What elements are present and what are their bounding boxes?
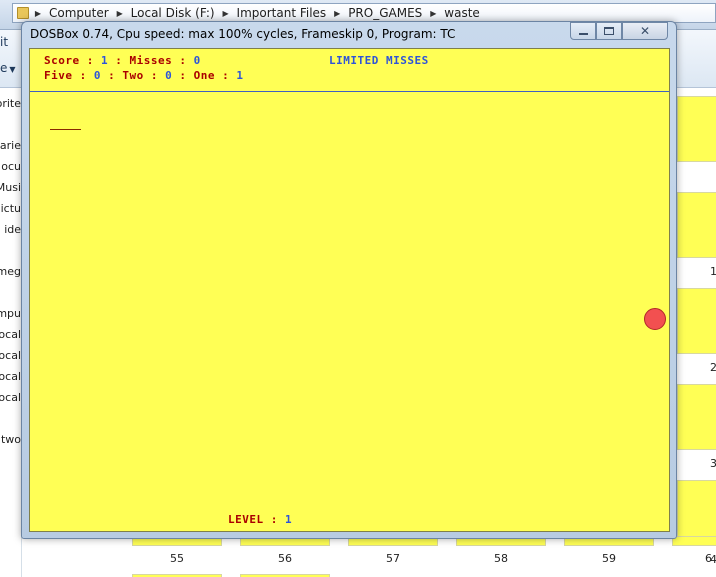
- hud-counts-line: Five : 0 : Two : 0 : One : 1: [44, 69, 243, 82]
- chevron-right-icon: ▶: [430, 8, 437, 18]
- organize-button[interactable]: e ▼: [0, 61, 16, 75]
- file-label: 59: [602, 552, 616, 565]
- breadcrumb-important-files[interactable]: ▶ Important Files: [219, 4, 331, 22]
- nav-item-local-disk[interactable]: ocal: [0, 391, 21, 404]
- breadcrumb-pro-games[interactable]: ▶ PRO_GAMES: [330, 4, 426, 22]
- close-icon: ✕: [639, 24, 651, 38]
- nav-item-pictures[interactable]: ictu: [1, 202, 21, 215]
- ball: [644, 308, 666, 330]
- file-thumbnail[interactable]: [677, 96, 716, 162]
- nav-item-libraries[interactable]: rarie: [0, 139, 21, 152]
- misses-value: 0: [193, 54, 201, 67]
- nav-item-videos[interactable]: ide: [4, 223, 21, 236]
- nav-item-favorites[interactable]: vorite: [0, 97, 21, 110]
- nav-item-music[interactable]: Musi: [0, 181, 21, 194]
- file-thumbnail[interactable]: [677, 192, 716, 258]
- file-label: 55: [170, 552, 184, 565]
- chevron-right-icon: ▶: [34, 8, 42, 18]
- file-label: 58: [494, 552, 508, 565]
- close-button[interactable]: ✕: [622, 22, 668, 40]
- navigation-pane: vorite rarie ocu Musi ictu ide meg mpu o…: [0, 88, 22, 577]
- nav-item-local-disk[interactable]: ocal: [0, 349, 21, 362]
- breadcrumb-computer[interactable]: ▶ Computer: [31, 4, 113, 22]
- level-value: 1: [284, 513, 293, 526]
- dosbox-window[interactable]: DOSBox 0.74, Cpu speed: max 100% cycles,…: [21, 21, 677, 539]
- minimize-button[interactable]: [570, 22, 596, 40]
- breadcrumb-waste[interactable]: ▶ waste: [426, 4, 484, 22]
- one-value: 1: [236, 69, 244, 82]
- nav-item-local-disk[interactable]: ocal: [0, 328, 21, 341]
- nav-item-documents[interactable]: ocu: [1, 160, 21, 173]
- chevron-down-icon: ▼: [9, 65, 16, 74]
- menu-edit[interactable]: it: [0, 35, 8, 49]
- level-indicator: LEVEL : 1: [228, 513, 292, 526]
- nav-item-homegroup[interactable]: meg: [0, 265, 21, 278]
- chevron-right-icon: ▶: [334, 8, 341, 18]
- nav-item-network[interactable]: two: [1, 433, 21, 446]
- paddle: [50, 129, 81, 130]
- folder-icon: [17, 7, 29, 19]
- score-label: Score :: [44, 54, 101, 67]
- hud-divider: [30, 91, 669, 92]
- five-label: Five :: [44, 69, 94, 82]
- five-value: 0: [93, 69, 101, 82]
- chevron-right-icon: ▶: [222, 8, 229, 18]
- minimize-icon: [578, 33, 588, 35]
- file-thumbnail[interactable]: [677, 384, 716, 450]
- address-bar[interactable]: ▶ Computer ▶ Local Disk (F:) ▶ Important…: [12, 3, 716, 23]
- file-label: 56: [278, 552, 292, 565]
- file-label: 57: [386, 552, 400, 565]
- mode-label: LIMITED MISSES: [329, 54, 429, 67]
- nav-item-computer[interactable]: mpu: [0, 307, 21, 320]
- one-label: : One :: [172, 69, 237, 82]
- file-thumbnail[interactable]: [672, 536, 716, 546]
- maximize-button[interactable]: [596, 22, 622, 40]
- breadcrumb-local-disk[interactable]: ▶ Local Disk (F:): [113, 4, 219, 22]
- game-screen[interactable]: Score : 1 : Misses : 0 LIMITED MISSES Fi…: [29, 48, 670, 532]
- two-label: : Two :: [100, 69, 166, 82]
- chevron-right-icon: ▶: [116, 8, 123, 18]
- organize-label: e: [0, 61, 8, 75]
- level-label: LEVEL :: [228, 513, 285, 526]
- hud-score-line: Score : 1 : Misses : 0: [44, 54, 201, 67]
- window-title: DOSBox 0.74, Cpu speed: max 100% cycles,…: [30, 27, 456, 41]
- nav-item-local-disk[interactable]: ocal: [0, 370, 21, 383]
- misses-label: : Misses :: [108, 54, 194, 67]
- maximize-icon: [604, 27, 614, 35]
- file-thumbnail[interactable]: [677, 288, 716, 354]
- file-label: 6: [705, 552, 712, 565]
